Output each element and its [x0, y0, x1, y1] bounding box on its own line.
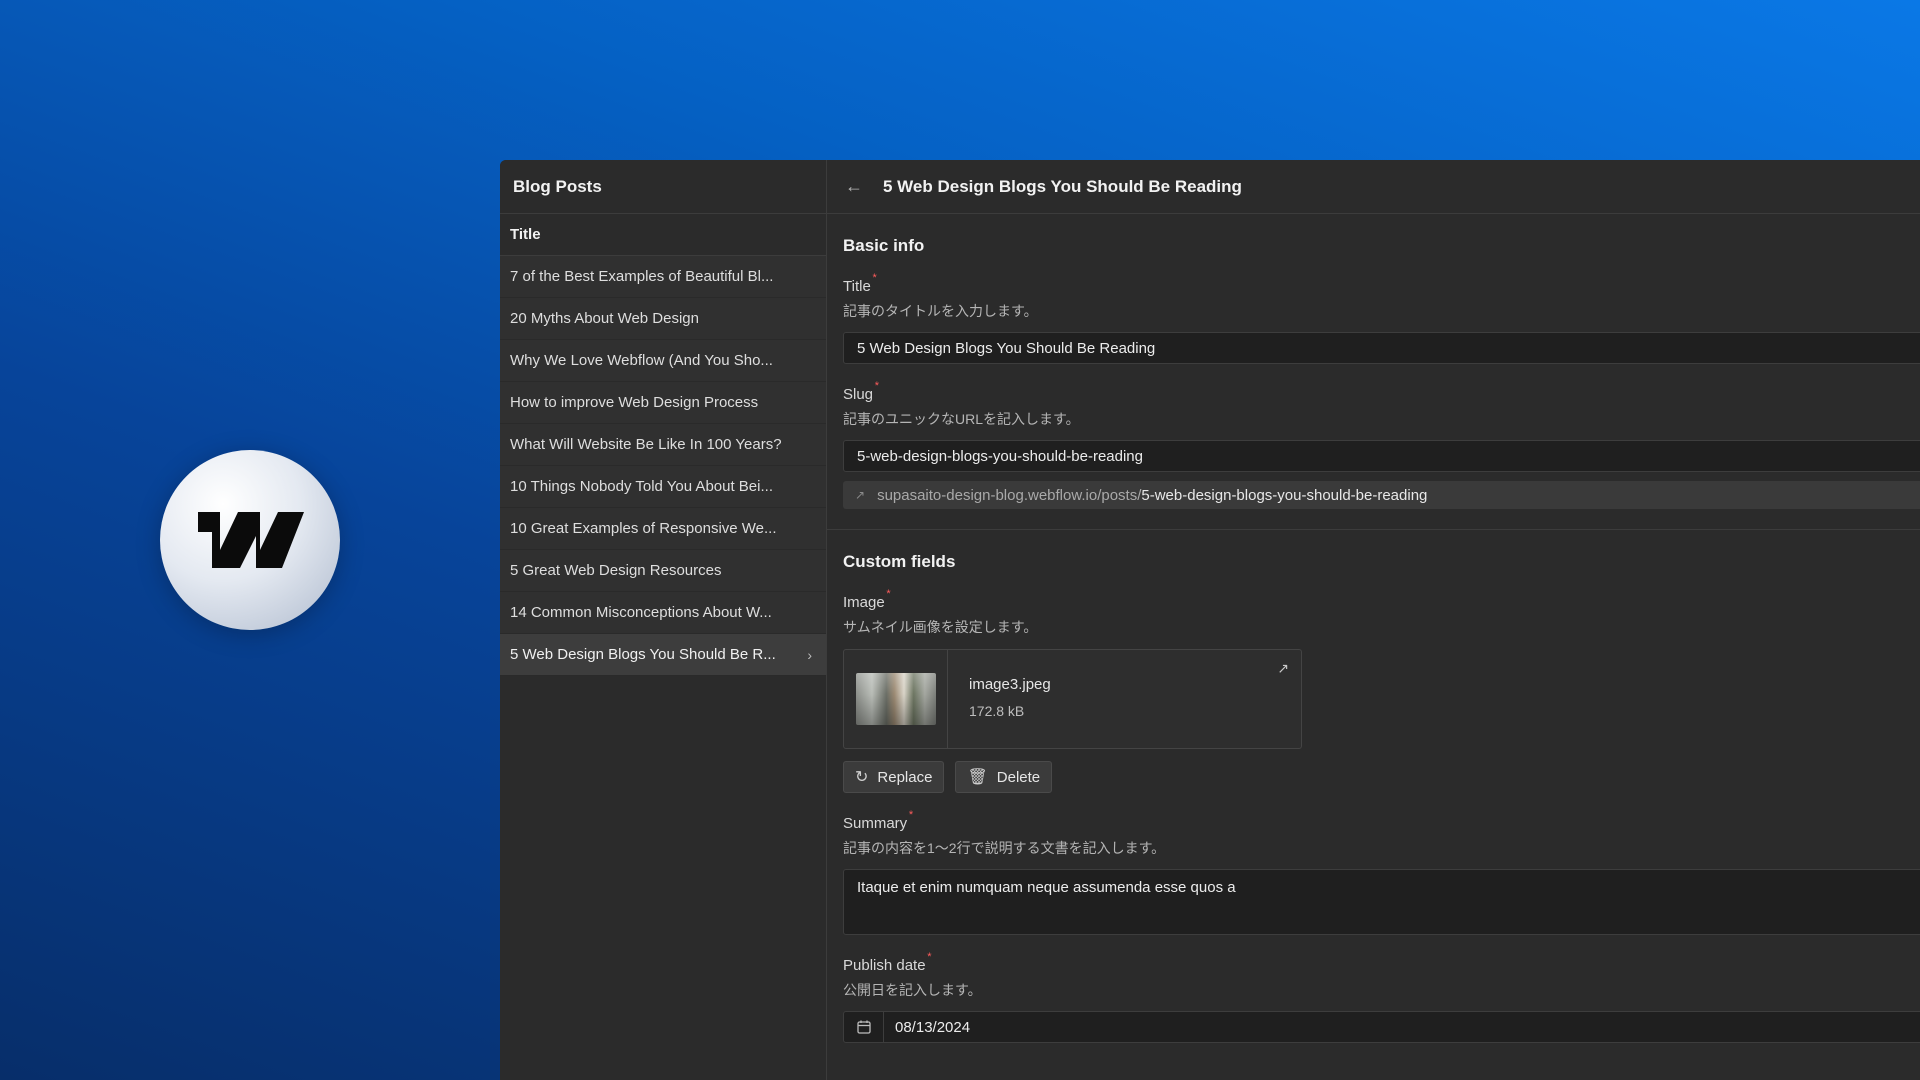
editor-title: 5 Web Design Blogs You Should Be Reading: [883, 176, 1242, 196]
arrow-up-right-icon[interactable]: ↗: [1277, 660, 1289, 677]
file-info: image3.jpeg 172.8 kB: [948, 650, 1051, 748]
post-item[interactable]: 20 Myths About Web Design: [500, 298, 826, 340]
post-item[interactable]: What Will Website Be Like In 100 Years?: [500, 424, 826, 466]
required-marker: *: [927, 951, 932, 963]
calendar-icon-svg: [856, 1020, 871, 1034]
publish-date-label: Publish date *: [843, 951, 932, 974]
title-label-text: Title: [843, 278, 871, 295]
url-slug: 5-web-design-blogs-you-should-be-reading: [1141, 486, 1428, 504]
post-item[interactable]: Why We Love Webflow (And You Sho...: [500, 340, 826, 382]
title-label: Title *: [843, 272, 877, 295]
image-actions: ↻ Replace 🗑 Delete: [843, 761, 1920, 793]
post-item-label: 10 Things Nobody Told You About Bei...: [510, 478, 773, 495]
slug-input[interactable]: 5-web-design-blogs-you-should-be-reading: [843, 440, 1920, 472]
post-item-label: 10 Great Examples of Responsive We...: [510, 520, 777, 537]
summary-value: Itaque et enim numquam neque assumenda e…: [857, 879, 1236, 896]
slug-url-preview[interactable]: ↗ supasaito-design-blog.webflow.io/posts…: [843, 481, 1920, 509]
image-label-text: Image: [843, 594, 885, 611]
image-thumbnail[interactable]: [855, 673, 936, 725]
post-item[interactable]: 10 Great Examples of Responsive We...: [500, 508, 826, 550]
slug-value: 5-web-design-blogs-you-should-be-reading: [857, 447, 1143, 465]
title-input[interactable]: 5 Web Design Blogs You Should Be Reading: [843, 332, 1920, 364]
post-item-label: Why We Love Webflow (And You Sho...: [510, 352, 773, 369]
custom-fields-section: Custom fields Image * サムネイル画像を設定します。 imag…: [827, 530, 1920, 1043]
arrow-left-icon[interactable]: ←: [845, 176, 865, 197]
image-label: Image *: [843, 588, 891, 611]
required-marker: *: [886, 588, 891, 600]
url-base: supasaito-design-blog.webflow.io/posts/: [877, 486, 1142, 504]
section-heading: Basic info: [843, 236, 925, 255]
summary-hint: 記事の内容を1〜2行で説明する文書を記入します。: [843, 840, 1166, 856]
item-editor: ← 5 Web Design Blogs You Should Be Readi…: [827, 160, 1920, 1080]
post-item[interactable]: How to improve Web Design Process: [500, 382, 826, 424]
post-item[interactable]: 14 Common Misconceptions About W...: [500, 592, 826, 634]
cms-window: Blog Posts Title 7 of the Best Examples …: [500, 160, 1920, 1080]
required-marker: *: [872, 272, 877, 284]
file-size: 172.8 kB: [969, 703, 1025, 719]
column-header-title[interactable]: Title: [500, 214, 826, 256]
post-item[interactable]: 10 Things Nobody Told You About Bei...: [500, 466, 826, 508]
summary-label: Summary *: [843, 809, 913, 832]
replace-button[interactable]: ↻ Replace: [843, 761, 945, 793]
chevron-right-icon: ›: [807, 646, 812, 663]
delete-label: Delete: [996, 768, 1041, 786]
post-item-label: How to improve Web Design Process: [510, 394, 759, 411]
webflow-w-icon: [198, 512, 304, 568]
post-item-label: 20 Myths About Web Design: [510, 310, 699, 327]
image-hint: サムネイル画像を設定します。: [843, 619, 1038, 635]
post-item[interactable]: 5 Great Web Design Resources: [500, 550, 826, 592]
refresh-icon: ↻: [855, 769, 869, 786]
summary-label-text: Summary: [843, 815, 908, 832]
title-value: 5 Web Design Blogs You Should Be Reading: [857, 339, 1156, 357]
slug-label: Slug *: [843, 380, 879, 403]
calendar-icon[interactable]: [844, 1012, 884, 1042]
title-hint: 記事のタイトルを入力します。: [843, 303, 1038, 319]
link-icon: ↗: [855, 488, 866, 502]
sidebar-title: Blog Posts: [500, 160, 826, 214]
publish-date-input[interactable]: 08/13/2024: [843, 1011, 1920, 1043]
post-item-label: 5 Web Design Blogs You Should Be R...: [510, 646, 776, 663]
collection-sidebar: Blog Posts Title 7 of the Best Examples …: [500, 160, 827, 1080]
post-item-label: 14 Common Misconceptions About W...: [510, 604, 772, 621]
post-item-label: What Will Website Be Like In 100 Years?: [510, 436, 782, 453]
publish-date-label-text: Publish date: [843, 957, 926, 974]
summary-textarea[interactable]: Itaque et enim numquam neque assumenda e…: [843, 869, 1920, 935]
image-card: image3.jpeg 172.8 kB ↗: [843, 649, 1302, 749]
thumbnail-container: [844, 650, 948, 748]
post-item-label: 7 of the Best Examples of Beautiful Bl..…: [510, 268, 774, 285]
basic-info-section: Basic info Title * 記事のタイトルを入力します。 5 Web D…: [827, 214, 1920, 509]
post-item-selected[interactable]: 5 Web Design Blogs You Should Be R... ›: [500, 634, 826, 676]
replace-label: Replace: [877, 768, 933, 786]
slug-hint: 記事のユニックなURLを記入します。: [843, 411, 1080, 427]
file-name: image3.jpeg: [969, 676, 1051, 693]
post-item[interactable]: 7 of the Best Examples of Beautiful Bl..…: [500, 256, 826, 298]
section-heading: Custom fields: [843, 552, 956, 571]
post-list: 7 of the Best Examples of Beautiful Bl..…: [500, 256, 826, 676]
delete-button[interactable]: 🗑 Delete: [955, 761, 1053, 793]
editor-header: ← 5 Web Design Blogs You Should Be Readi…: [827, 160, 1920, 214]
required-marker: *: [874, 380, 880, 392]
slug-label-text: Slug: [843, 386, 874, 403]
publish-date-hint: 公開日を記入します。: [843, 982, 982, 998]
webflow-logo: [160, 450, 340, 630]
required-marker: *: [908, 809, 914, 821]
trash-icon: 🗑: [967, 769, 988, 786]
post-item-label: 5 Great Web Design Resources: [510, 562, 722, 579]
publish-date-value: 08/13/2024: [895, 1018, 971, 1036]
